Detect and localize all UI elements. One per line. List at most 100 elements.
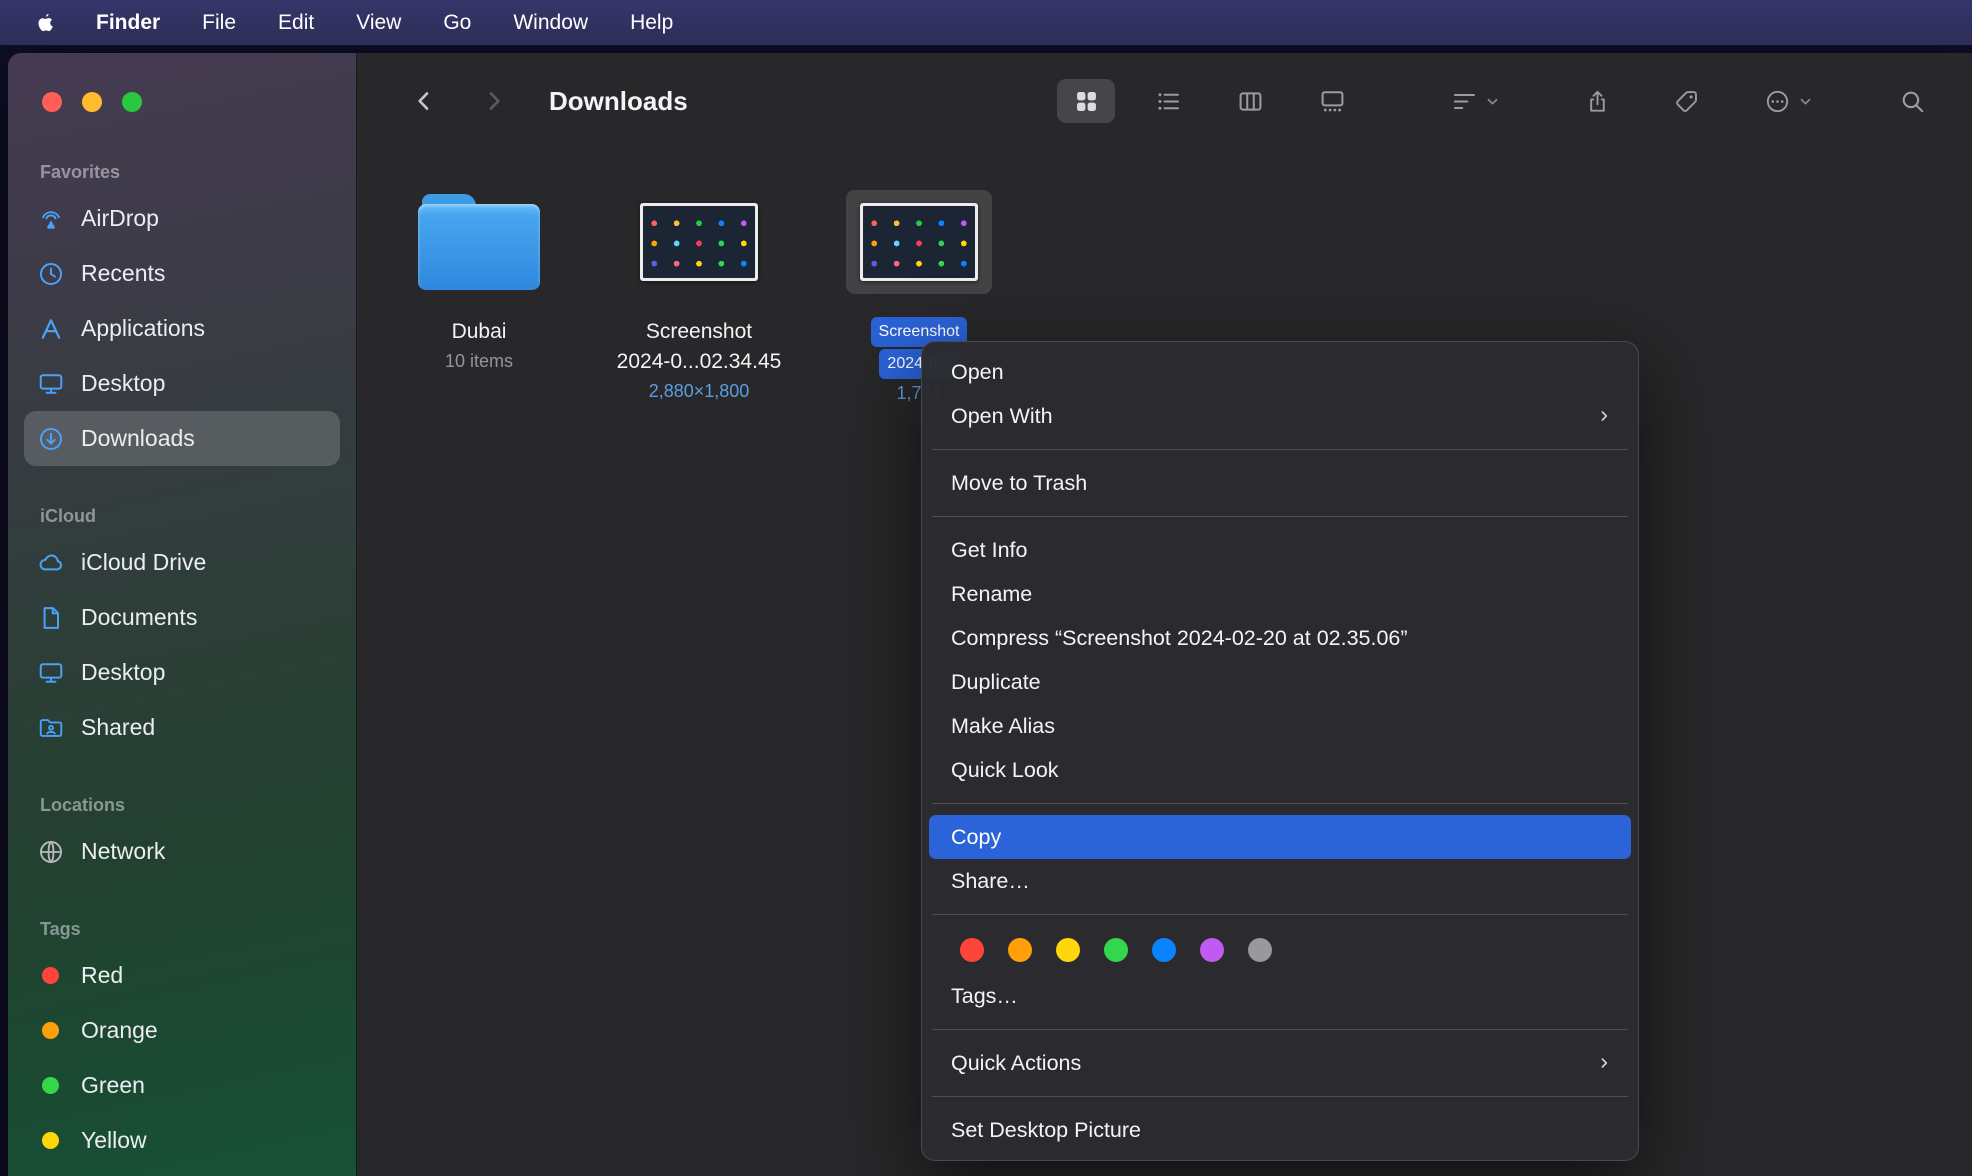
file-dimensions: 2,880×1,800: [649, 377, 750, 405]
sidebar-tag-yellow[interactable]: Yellow: [24, 1113, 340, 1168]
menu-finder[interactable]: Finder: [75, 0, 181, 45]
file-name-line1: Screenshot: [646, 317, 752, 347]
sidebar-item-network[interactable]: Network: [24, 824, 340, 879]
yellow-tag-swatch[interactable]: [1056, 938, 1080, 962]
context-menu-item-rename[interactable]: Rename: [929, 572, 1631, 616]
minimize-button[interactable]: [82, 92, 102, 112]
blue-tag-swatch[interactable]: [1152, 938, 1176, 962]
sidebar-item-desktop[interactable]: Desktop: [24, 356, 340, 411]
menu-item-label: Copy: [951, 825, 1612, 850]
screenshot-thumbnail: [860, 203, 978, 281]
desktop-icon: [36, 369, 66, 399]
sidebar-item-shared[interactable]: Shared: [24, 700, 340, 755]
sidebar-item-downloads[interactable]: Downloads: [24, 411, 340, 466]
green-tag-swatch[interactable]: [1104, 938, 1128, 962]
sidebar-item-recents[interactable]: Recents: [24, 246, 340, 301]
sidebar-item-desktop-icloud[interactable]: Desktop: [24, 645, 340, 700]
menu-item-label: Tags…: [951, 984, 1612, 1009]
back-button[interactable]: [411, 88, 437, 114]
desktop-icon: [36, 658, 66, 688]
sidebar-tag-red[interactable]: Red: [24, 948, 340, 1003]
close-button[interactable]: [42, 92, 62, 112]
menu-separator: [932, 914, 1628, 915]
context-menu-item-get-info[interactable]: Get Info: [929, 528, 1631, 572]
menu-view[interactable]: View: [335, 0, 422, 45]
more-actions-button[interactable]: [1764, 88, 1813, 115]
context-menu-item-make-alias[interactable]: Make Alias: [929, 704, 1631, 748]
sidebar-item-airdrop[interactable]: AirDrop: [24, 191, 340, 246]
menu-go[interactable]: Go: [422, 0, 492, 45]
sidebar-item-applications[interactable]: Applications: [24, 301, 340, 356]
context-menu-item-move-to-trash[interactable]: Move to Trash: [929, 461, 1631, 505]
forward-button[interactable]: [481, 88, 507, 114]
menu-item-label: Compress “Screenshot 2024-02-20 at 02.35…: [951, 626, 1612, 651]
column-view-button[interactable]: [1221, 79, 1279, 123]
sidebar-tag-orange[interactable]: Orange: [24, 1003, 340, 1058]
context-menu-item-tags[interactable]: Tags…: [929, 974, 1631, 1018]
red-tag-swatch[interactable]: [960, 938, 984, 962]
file-item-count: 10 items: [445, 347, 513, 375]
purple-tag-swatch[interactable]: [1200, 938, 1224, 962]
cloud-icon: [36, 548, 66, 578]
menu-separator: [932, 1029, 1628, 1030]
apple-menu[interactable]: [38, 13, 53, 32]
orange-tag-swatch[interactable]: [1008, 938, 1032, 962]
page-title: Downloads: [549, 86, 688, 117]
gallery-view-button[interactable]: [1303, 79, 1361, 123]
context-menu-item-duplicate[interactable]: Duplicate: [929, 660, 1631, 704]
gray-tag-swatch[interactable]: [1248, 938, 1272, 962]
sidebar-tag-green[interactable]: Green: [24, 1058, 340, 1113]
icon-view-button[interactable]: [1057, 79, 1115, 123]
menu-window[interactable]: Window: [492, 0, 609, 45]
file-name: Dubai: [452, 317, 507, 347]
context-menu-item-open[interactable]: Open: [929, 350, 1631, 394]
file-screenshot-1[interactable]: Screenshot 2024-0...02.34.45 2,880×1,800: [589, 181, 809, 407]
menu-item-label: Set Desktop Picture: [951, 1118, 1612, 1143]
group-by-icon: [1451, 88, 1478, 115]
submenu-chevron-icon: [1596, 408, 1612, 424]
menu-item-label: Get Info: [951, 538, 1612, 563]
sidebar-item-documents[interactable]: Documents: [24, 590, 340, 645]
menu-item-label: Quick Actions: [951, 1051, 1596, 1076]
tags-button[interactable]: [1673, 88, 1700, 115]
sidebar-section-favorites: Favorites: [40, 162, 356, 183]
menu-item-label: Quick Look: [951, 758, 1612, 783]
menu-help[interactable]: Help: [609, 0, 694, 45]
chevron-down-icon: [1798, 94, 1813, 109]
menu-item-label: Move to Trash: [951, 471, 1612, 496]
search-button[interactable]: [1899, 88, 1926, 115]
file-dubai-folder[interactable]: Dubai 10 items: [369, 181, 589, 407]
sidebar-item-label: Network: [81, 838, 165, 865]
globe-icon: [36, 837, 66, 867]
menu-file[interactable]: File: [181, 0, 257, 45]
clock-icon: [36, 259, 66, 289]
menu-separator: [932, 516, 1628, 517]
columns-view-icon: [1237, 88, 1264, 115]
sidebar-item-label: Yellow: [81, 1127, 147, 1154]
screenshot-thumbnail: [640, 203, 758, 281]
ellipsis-circle-icon: [1764, 88, 1791, 115]
sidebar-item-label: Shared: [81, 714, 155, 741]
grid-view-icon: [1073, 88, 1100, 115]
yellow-tag-icon: [42, 1132, 59, 1149]
group-by-button[interactable]: [1451, 88, 1500, 115]
context-menu-item-quick-actions[interactable]: Quick Actions: [929, 1041, 1631, 1085]
sidebar: Favorites AirDrop Recents Applications D…: [8, 53, 357, 1176]
context-menu-item-share[interactable]: Share…: [929, 859, 1631, 903]
context-menu-item-quick-look[interactable]: Quick Look: [929, 748, 1631, 792]
sidebar-item-icloud-drive[interactable]: iCloud Drive: [24, 535, 340, 590]
menu-edit[interactable]: Edit: [257, 0, 335, 45]
zoom-button[interactable]: [122, 92, 142, 112]
sidebar-item-label: Green: [81, 1072, 145, 1099]
list-view-button[interactable]: [1139, 79, 1197, 123]
share-button[interactable]: [1584, 88, 1611, 115]
tag-color-row: [929, 926, 1631, 974]
downloads-icon: [36, 424, 66, 454]
context-menu-item-set-desktop-picture[interactable]: Set Desktop Picture: [929, 1108, 1631, 1152]
menu-item-label: Duplicate: [951, 670, 1612, 695]
finder-window: Favorites AirDrop Recents Applications D…: [8, 53, 1972, 1176]
document-icon: [36, 603, 66, 633]
context-menu-item-compress[interactable]: Compress “Screenshot 2024-02-20 at 02.35…: [929, 616, 1631, 660]
context-menu-item-copy[interactable]: Copy: [929, 815, 1631, 859]
context-menu-item-open-with[interactable]: Open With: [929, 394, 1631, 438]
